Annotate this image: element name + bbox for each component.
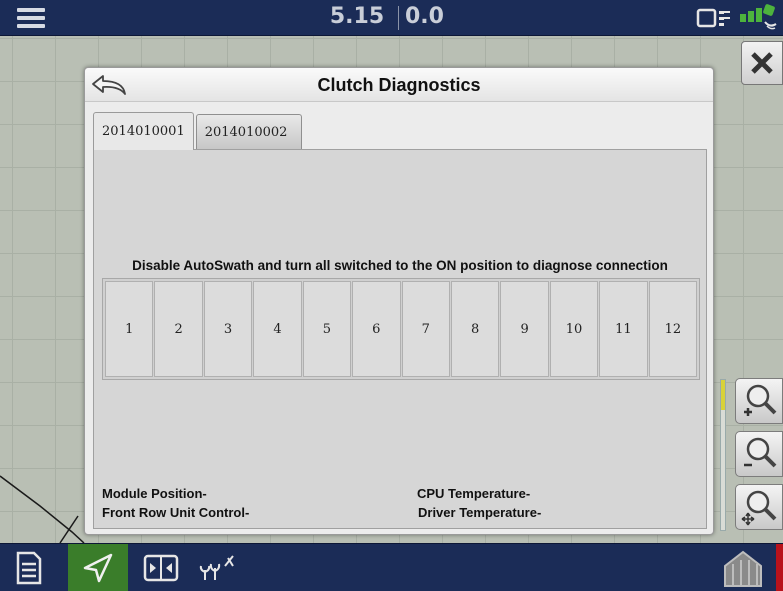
bottom-nav-bar	[0, 543, 783, 591]
split-view-icon	[143, 554, 179, 582]
front-row-control-label: Front Row Unit Control-	[102, 505, 250, 520]
zoom-out-button[interactable]	[735, 431, 783, 477]
tab-module-2[interactable]: 2014010002	[195, 114, 302, 150]
secondary-readout[interactable]: 0.0	[405, 4, 465, 29]
menu-button[interactable]	[0, 0, 62, 36]
clutch-cell[interactable]: 3	[203, 281, 253, 377]
dialog-title: Clutch Diagnostics	[317, 75, 481, 95]
clutch-cell[interactable]: 10	[549, 281, 599, 377]
primary-readout[interactable]: 5.15	[320, 4, 394, 29]
clutch-cell[interactable]: 12	[648, 281, 698, 377]
top-status-bar: 5.15 0.0	[0, 0, 783, 36]
driver-temperature-label: Driver Temperature-	[418, 505, 542, 520]
clutch-cell[interactable]: 5	[302, 281, 352, 377]
zoom-out-icon	[744, 437, 777, 468]
zoom-level-slider[interactable]	[720, 379, 726, 531]
document-icon	[16, 551, 42, 585]
close-button[interactable]	[741, 41, 783, 85]
alert-indicator	[776, 544, 783, 591]
navigation-arrow-icon	[83, 553, 113, 583]
clutch-cell[interactable]: 2	[154, 281, 203, 377]
clutch-cell[interactable]: 1	[105, 281, 154, 377]
instruction-text: Disable AutoSwath and turn all switched …	[132, 258, 668, 273]
zoom-in-icon	[744, 384, 777, 416]
pan-icon	[741, 490, 777, 526]
close-icon	[751, 52, 773, 74]
clutch-diagnostics-dialog: Clutch Diagnostics 2014010001 2014010002…	[84, 67, 714, 535]
summary-button[interactable]	[0, 544, 58, 591]
clutch-cell[interactable]: 4	[253, 281, 302, 377]
guidance-button[interactable]	[68, 544, 128, 591]
pan-button[interactable]	[735, 484, 783, 530]
dialog-header: Clutch Diagnostics	[85, 68, 713, 102]
cpu-temperature-label: CPU Temperature-	[417, 486, 531, 501]
zoom-level-fill	[721, 380, 725, 410]
farm-button[interactable]	[715, 544, 771, 591]
clutch-cell[interactable]: 11	[599, 281, 648, 377]
tab-module-1[interactable]: 2014010001	[93, 112, 194, 150]
gps-signal-icon[interactable]	[738, 2, 782, 34]
module-position-label: Module Position-	[102, 486, 207, 501]
diagnostics-panel: Disable AutoSwath and turn all switched …	[93, 149, 707, 529]
zoom-in-button[interactable]	[735, 378, 783, 424]
menu-icon	[17, 4, 45, 32]
planting-button[interactable]	[190, 544, 244, 591]
device-status-icon[interactable]	[696, 7, 736, 29]
barn-icon	[724, 550, 762, 587]
readout-divider	[398, 6, 399, 30]
clutch-cell[interactable]: 6	[352, 281, 401, 377]
clutch-cell[interactable]: 8	[450, 281, 500, 377]
clutch-row: 1 2 3 4 5 6 7 8 9 10 11 12	[102, 278, 700, 380]
clutch-cell[interactable]: 7	[401, 281, 450, 377]
clutch-cell[interactable]: 9	[500, 281, 549, 377]
module-tabs: 2014010001 2014010002	[93, 112, 302, 150]
split-view-button[interactable]	[134, 544, 188, 591]
plant-icon	[199, 555, 234, 580]
